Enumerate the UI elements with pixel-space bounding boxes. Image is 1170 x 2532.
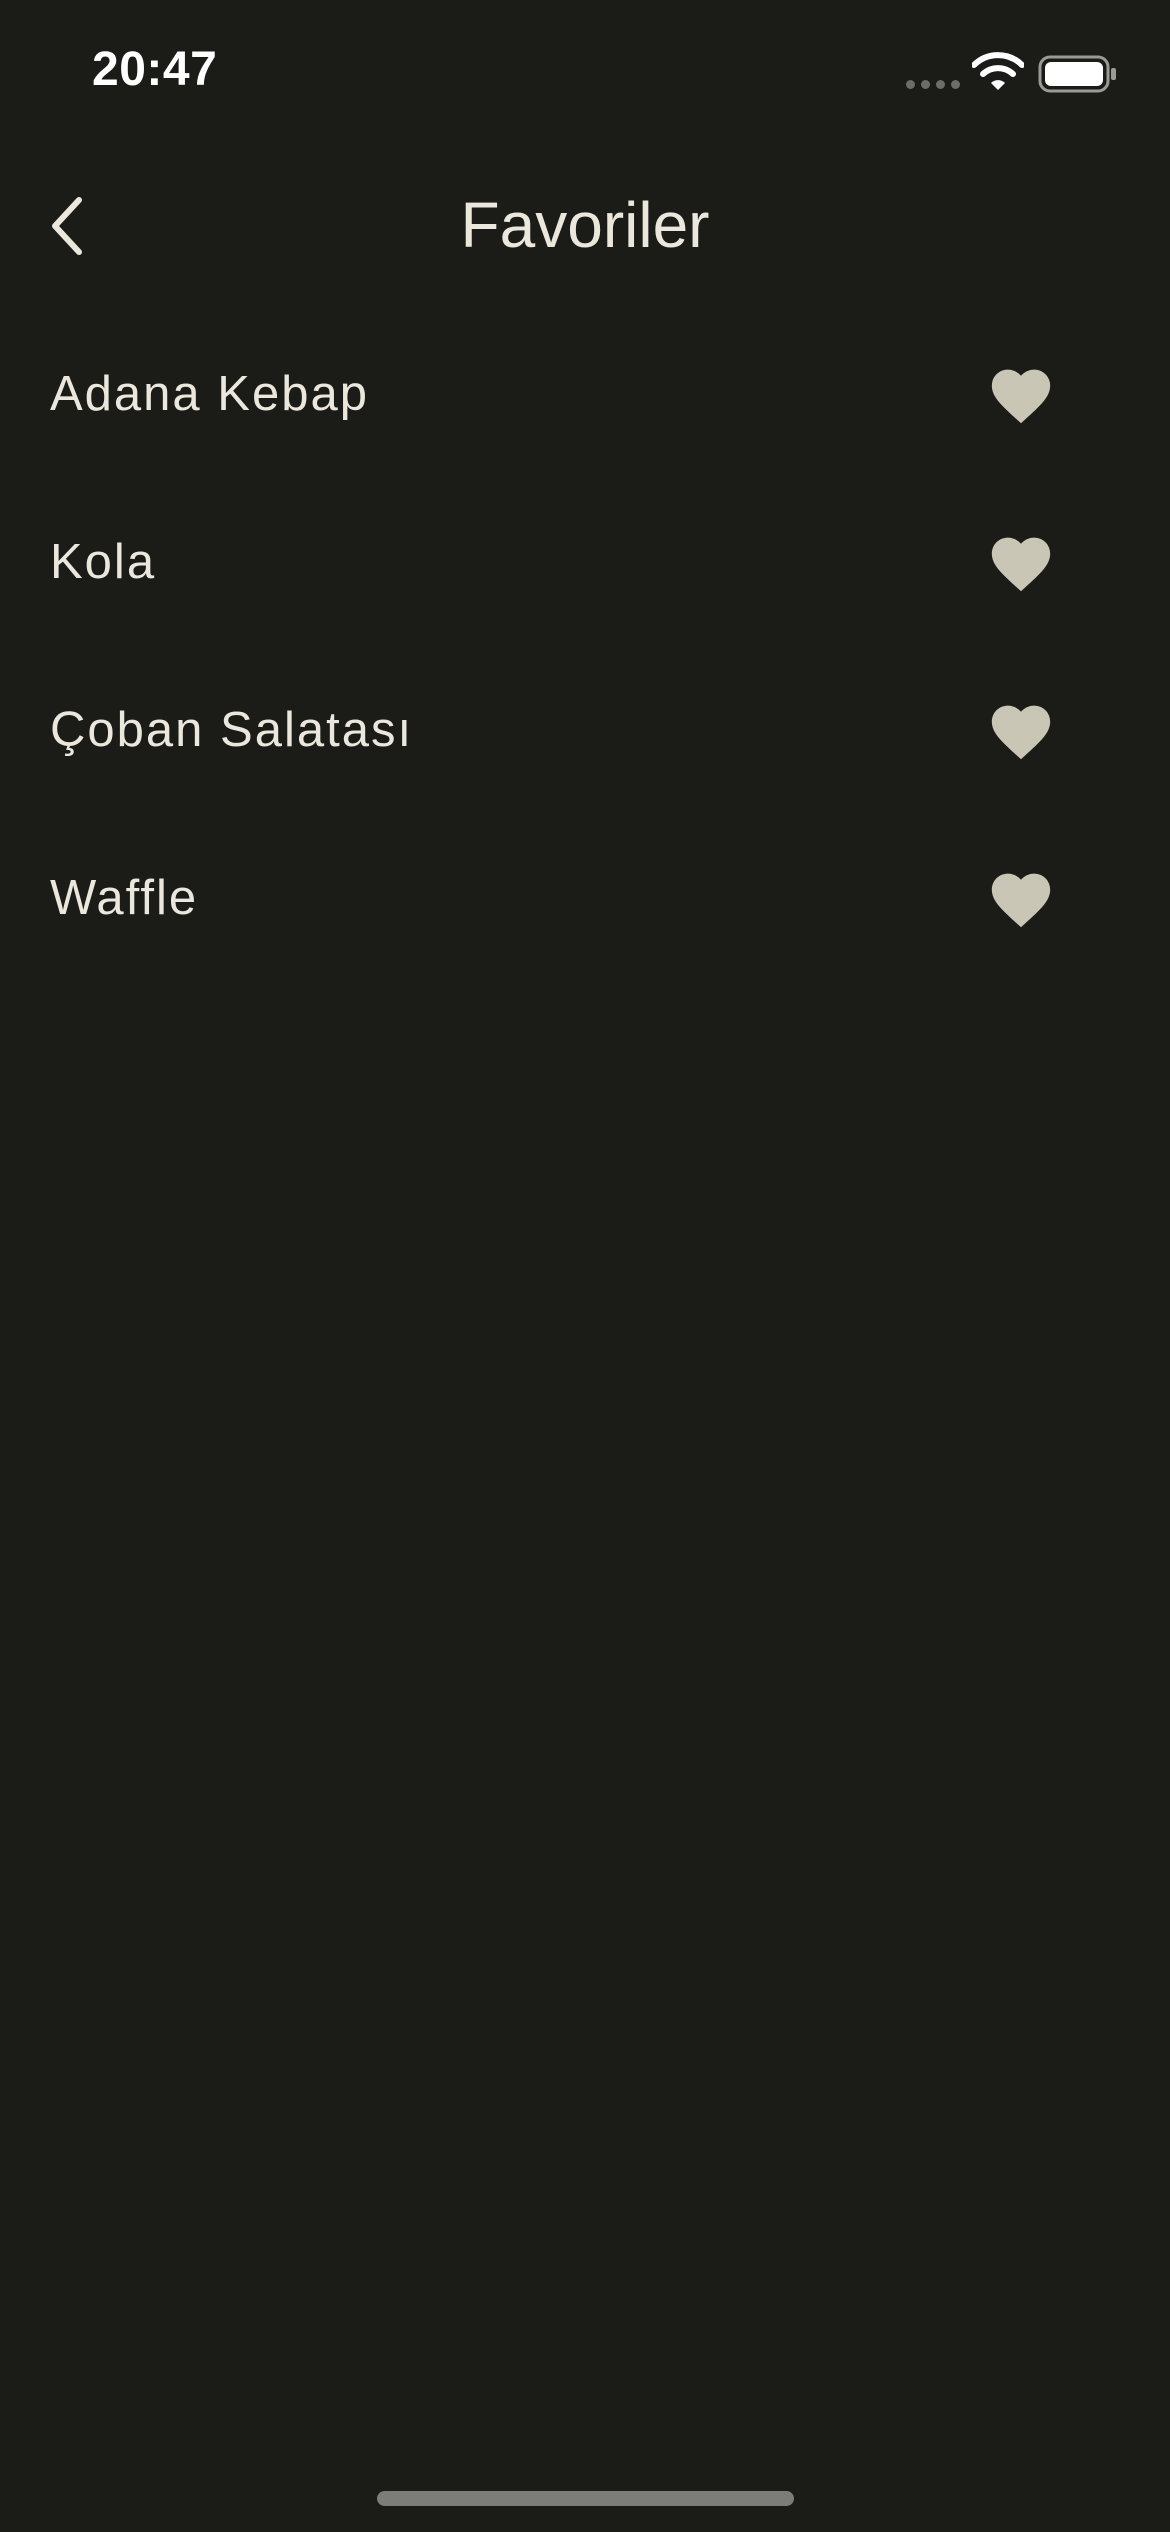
battery-icon xyxy=(1038,55,1116,93)
home-indicator xyxy=(377,2491,794,2506)
chevron-left-icon xyxy=(52,197,82,255)
navigation-bar: Favoriler xyxy=(0,170,1170,280)
wifi-icon xyxy=(972,52,1024,90)
list-item[interactable]: Adana Kebap xyxy=(0,310,1170,478)
favorite-item-label: Adana Kebap xyxy=(50,367,369,421)
heart-icon[interactable] xyxy=(986,696,1056,762)
favorite-item-label: Kola xyxy=(50,535,157,589)
favorite-item-label: Waffle xyxy=(50,871,199,925)
list-item[interactable]: Çoban Salatası xyxy=(0,646,1170,814)
list-item[interactable]: Kola xyxy=(0,478,1170,646)
back-button[interactable] xyxy=(32,188,102,264)
list-item[interactable]: Waffle xyxy=(0,814,1170,982)
status-time: 20:47 xyxy=(92,43,218,96)
favorites-list: Adana Kebap Kola Çoban Salatası Waffle xyxy=(0,310,1170,982)
signal-dots-icon xyxy=(906,80,960,89)
heart-icon[interactable] xyxy=(986,528,1056,594)
favorite-item-label: Çoban Salatası xyxy=(50,703,414,757)
heart-icon[interactable] xyxy=(986,360,1056,426)
status-bar: 20:47 xyxy=(0,0,1170,140)
heart-icon[interactable] xyxy=(986,864,1056,930)
page-title: Favoriler xyxy=(460,189,710,261)
